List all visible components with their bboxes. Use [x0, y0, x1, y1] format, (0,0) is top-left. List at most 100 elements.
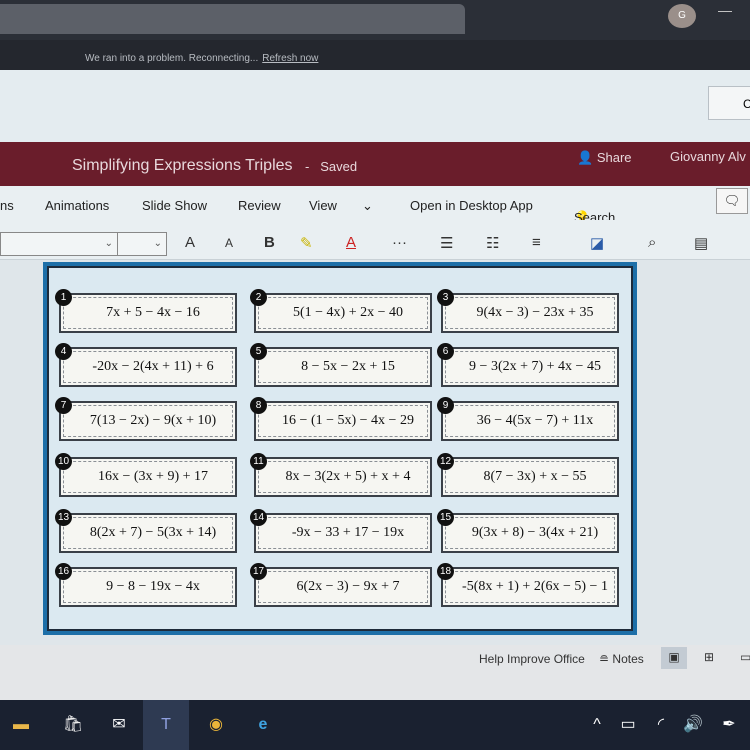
file-explorer-icon[interactable]: ▬: [10, 714, 32, 736]
expression-text: 9(4x − 3) − 23x + 35: [476, 305, 594, 320]
tab-view[interactable]: View: [309, 198, 337, 213]
card-number: 11: [250, 453, 267, 470]
font-size-select[interactable]: ⌄: [117, 232, 167, 256]
office-header: C: [0, 70, 750, 142]
browser-tab-bar: G —: [0, 0, 750, 40]
card-number: 17: [250, 563, 267, 580]
expression-card[interactable]: 15 9(3x + 8) − 3(4x + 21): [437, 509, 619, 553]
notes-label: Notes: [612, 652, 644, 666]
expression-card[interactable]: 13 8(2x + 7) − 5(3x + 14): [55, 509, 237, 553]
expression-card[interactable]: 9 36 − 4(5x − 7) + 11x: [437, 397, 619, 441]
expression-card[interactable]: 18 -5(8x + 1) + 2(6x − 5) − 1: [437, 563, 619, 607]
volume-icon[interactable]: 🔊: [682, 714, 704, 736]
card-number: 12: [437, 453, 454, 470]
tab-review[interactable]: Review: [238, 198, 281, 213]
normal-view-icon[interactable]: ▣: [661, 647, 687, 669]
expression-text: -9x − 33 + 17 − 19x: [291, 525, 405, 540]
expression-card[interactable]: 17 6(2x − 3) − 9x + 7: [250, 563, 432, 607]
numbering-icon[interactable]: ☷: [486, 234, 499, 252]
card-number: 15: [437, 509, 454, 526]
find-icon[interactable]: ⌕: [648, 234, 656, 251]
slide[interactable]: 1 7x + 5 − 4x − 16 2 5(1 − 4x) + 2x − 40 3 9(…: [43, 262, 637, 635]
card-number: 18: [437, 563, 454, 580]
teams-icon[interactable]: T: [143, 700, 189, 750]
tab-transitions[interactable]: ns: [0, 198, 14, 213]
card-number: 10: [55, 453, 72, 470]
more-tabs-chevron-icon[interactable]: ⌄: [362, 198, 373, 214]
browser-tab[interactable]: [0, 4, 465, 34]
align-icon[interactable]: ≡: [532, 234, 541, 251]
expression-card[interactable]: 6 9 − 3(2x + 7) + 4x − 45: [437, 343, 619, 387]
expression-text: 16 − (1 − 5x) − 4x − 29: [282, 413, 414, 428]
reconnect-notice: We ran into a problem. Reconnecting... Re…: [0, 40, 750, 70]
card-number: 7: [55, 397, 72, 414]
store-icon[interactable]: 🛍: [62, 714, 84, 736]
expression-card[interactable]: 5 8 − 5x − 2x + 15: [250, 343, 432, 387]
tab-animations[interactable]: Animations: [45, 198, 109, 213]
pen-icon[interactable]: ✒: [718, 714, 740, 736]
slide-sorter-icon[interactable]: ⊞: [704, 650, 714, 664]
saved-label: Saved: [320, 159, 358, 174]
edge-ie-icon[interactable]: e: [252, 714, 274, 736]
font-color-icon[interactable]: A: [346, 234, 356, 251]
arrange-icon[interactable]: ▤: [694, 234, 708, 252]
expression-text: -5(8x + 1) + 2(6x − 5) − 1: [462, 579, 608, 594]
expression-text: 16x − (3x + 9) + 17: [97, 469, 208, 484]
shrink-font-button[interactable]: A: [225, 236, 233, 250]
card-number: 6: [437, 343, 454, 360]
battery-icon[interactable]: ▭: [617, 714, 639, 736]
expression-text: 36 − 4(5x − 7) + 11x: [476, 413, 594, 428]
show-hidden-icons-chevron-icon[interactable]: ^: [586, 714, 608, 736]
document-title[interactable]: Simplifying Expressions Triples: [72, 157, 293, 175]
user-name[interactable]: Giovanny Alv: [670, 149, 746, 164]
share-button[interactable]: 👤 Share: [577, 150, 632, 166]
font-name-select[interactable]: ⌄: [0, 232, 118, 256]
expression-text: 8(7 − 3x) + x − 55: [483, 469, 587, 484]
expression-card[interactable]: 1 7x + 5 − 4x − 16: [55, 289, 237, 333]
shapes-icon[interactable]: ◪: [590, 234, 604, 252]
refresh-now-link[interactable]: Refresh now: [262, 53, 318, 64]
open-in-desktop-app[interactable]: Open in Desktop App: [410, 198, 533, 213]
wifi-icon[interactable]: ◜: [650, 714, 672, 736]
expression-card[interactable]: 10 16x − (3x + 9) + 17: [55, 453, 237, 497]
highlight-icon[interactable]: ✎: [300, 234, 313, 252]
expression-text: -20x − 2(4x + 11) + 6: [92, 359, 214, 374]
help-improve-office-link[interactable]: Help Improve Office: [479, 652, 585, 666]
expression-card[interactable]: 3 9(4x − 3) − 23x + 35: [437, 289, 619, 333]
card-number: 4: [55, 343, 72, 360]
expression-card[interactable]: 8 16 − (1 − 5x) − 4x − 29: [250, 397, 432, 441]
expression-text: 7x + 5 − 4x − 16: [106, 305, 200, 320]
notice-message: We ran into a problem. Reconnecting...: [85, 53, 259, 64]
comments-icon[interactable]: 🗨: [716, 188, 748, 214]
bold-button[interactable]: B: [264, 234, 275, 251]
slide-content: 1 7x + 5 − 4x − 16 2 5(1 − 4x) + 2x − 40 3 9(…: [47, 266, 633, 631]
tab-slide-show[interactable]: Slide Show: [142, 198, 207, 213]
title-bar: Simplifying Expressions Triples - Saved …: [0, 142, 750, 186]
expression-card[interactable]: 7 7(13 − 2x) − 9(x + 10): [55, 397, 237, 441]
chrome-icon[interactable]: ◉: [205, 714, 227, 736]
formatting-toolbar: ⌄ ⌄ A A B ✎ A ··· ☰ ☷ ≡ ◪ ⌕ ▤: [0, 220, 750, 260]
reading-view-icon[interactable]: ▭: [740, 650, 750, 664]
expression-text: 8 − 5x − 2x + 15: [301, 359, 395, 374]
share-label: Share: [596, 150, 632, 165]
expression-card[interactable]: 14 -9x − 33 + 17 − 19x: [250, 509, 432, 553]
card-number: 13: [55, 509, 72, 526]
expression-card[interactable]: 11 8x − 3(2x + 5) + x + 4: [250, 453, 432, 497]
notes-button[interactable]: ≘ Notes: [599, 652, 644, 666]
minimize-icon[interactable]: —: [718, 2, 732, 18]
expression-card[interactable]: 16 9 − 8 − 19x − 4x: [55, 563, 237, 607]
mail-icon[interactable]: ✉: [108, 714, 130, 736]
bullets-icon[interactable]: ☰: [440, 234, 453, 252]
card-number: 5: [250, 343, 267, 360]
expression-card[interactable]: 4 -20x − 2(4x + 11) + 6: [55, 343, 237, 387]
header-button[interactable]: C: [708, 86, 750, 120]
more-options-button[interactable]: ···: [392, 234, 407, 251]
expression-card[interactable]: 2 5(1 − 4x) + 2x − 40: [250, 289, 432, 333]
profile-avatar[interactable]: G: [668, 4, 696, 28]
grow-font-button[interactable]: A: [185, 234, 195, 251]
separator: -: [305, 159, 310, 174]
expression-card[interactable]: 12 8(7 − 3x) + x − 55: [437, 453, 619, 497]
notes-icon: ≘: [599, 652, 610, 666]
taskbar: ▬ 🛍 ✉ T ◉ e ^ ▭ ◜ 🔊 ✒: [0, 700, 750, 750]
card-number: 14: [250, 509, 267, 526]
